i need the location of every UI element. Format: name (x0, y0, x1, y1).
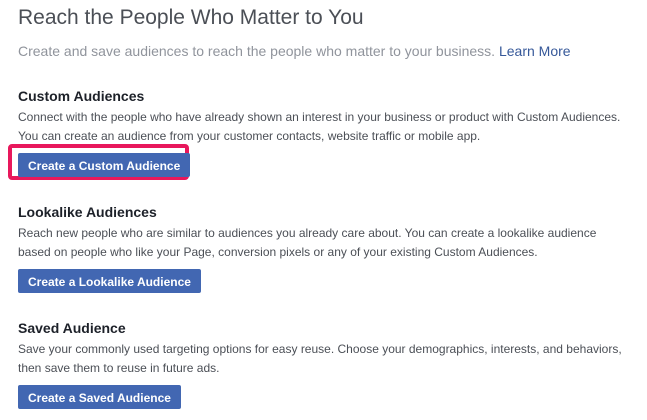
subtitle-text: Create and save audiences to reach the p… (18, 43, 496, 59)
create-lookalike-audience-button[interactable]: Create a Lookalike Audience (18, 269, 201, 293)
learn-more-link[interactable]: Learn More (499, 43, 571, 59)
saved-audience-description: Save your commonly used targeting option… (18, 342, 622, 375)
page-title: Reach the People Who Matter to You (18, 6, 364, 29)
create-saved-audience-button[interactable]: Create a Saved Audience (18, 385, 181, 409)
audiences-page: Reach the People Who Matter to You Creat… (0, 0, 647, 420)
page-subtitle: Create and save audiences to reach the p… (18, 43, 571, 59)
saved-audience-title: Saved Audience (18, 320, 126, 336)
create-custom-audience-button[interactable]: Create a Custom Audience (18, 153, 191, 177)
custom-audiences-description: Connect with the people who have already… (18, 110, 621, 143)
lookalike-audiences-description: Reach new people who are similar to audi… (18, 226, 597, 259)
lookalike-audiences-title: Lookalike Audiences (18, 204, 157, 220)
custom-audiences-title: Custom Audiences (18, 88, 145, 104)
